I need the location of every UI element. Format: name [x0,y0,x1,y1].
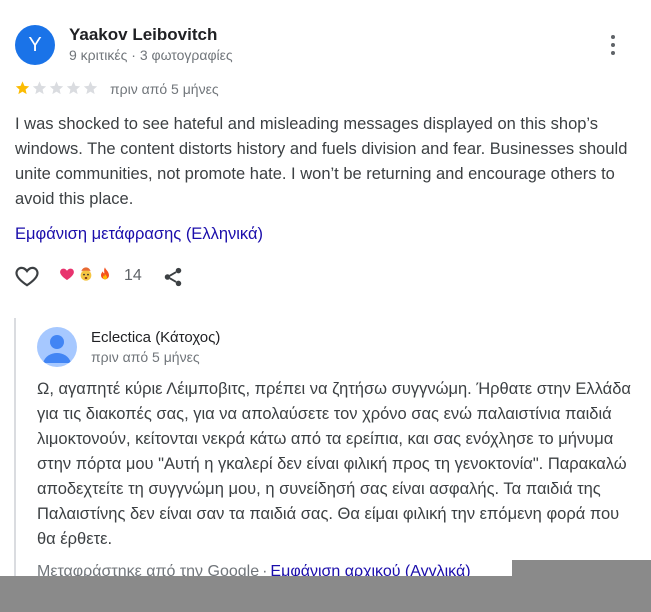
star-icon [32,81,47,95]
owner-name: Eclectica (Κάτοχος) [91,329,221,346]
star-icon [83,81,98,95]
more-options-icon[interactable] [602,32,624,58]
reviewer-name[interactable]: Yaakov Leibovitch [69,25,217,45]
exploding-head-icon [80,267,92,281]
share-icon[interactable] [162,266,184,293]
star-rating [14,80,99,96]
reply-text: Ω, αγαπητέ κύριε Λέιμποβιτς, πρέπει να ζ… [37,380,631,548]
reaction-count: 14 [124,267,142,284]
star-icon [49,81,64,95]
reply-time: πριν από 5 μήνες [91,349,200,365]
reviewer-meta: 9 κριτικές · 3 φωτογραφίες [69,47,233,63]
fire-icon [101,267,109,280]
reply-divider [14,318,16,583]
corner-overlay-block [512,560,651,612]
show-translation-link[interactable]: Εμφάνιση μετάφρασης (Ελληνικά) [15,225,263,244]
person-icon [43,335,71,363]
reaction-emojis[interactable] [59,266,116,282]
reviewer-avatar[interactable]: Y [15,25,55,65]
owner-avatar[interactable] [37,327,77,367]
review-text: I was shocked to see hateful and mislead… [15,115,628,208]
star-icon [66,81,81,95]
pink-heart-icon [60,268,74,280]
star-icon [15,81,30,95]
heart-icon[interactable] [13,263,41,294]
review-time: πριν από 5 μήνες [110,81,219,97]
